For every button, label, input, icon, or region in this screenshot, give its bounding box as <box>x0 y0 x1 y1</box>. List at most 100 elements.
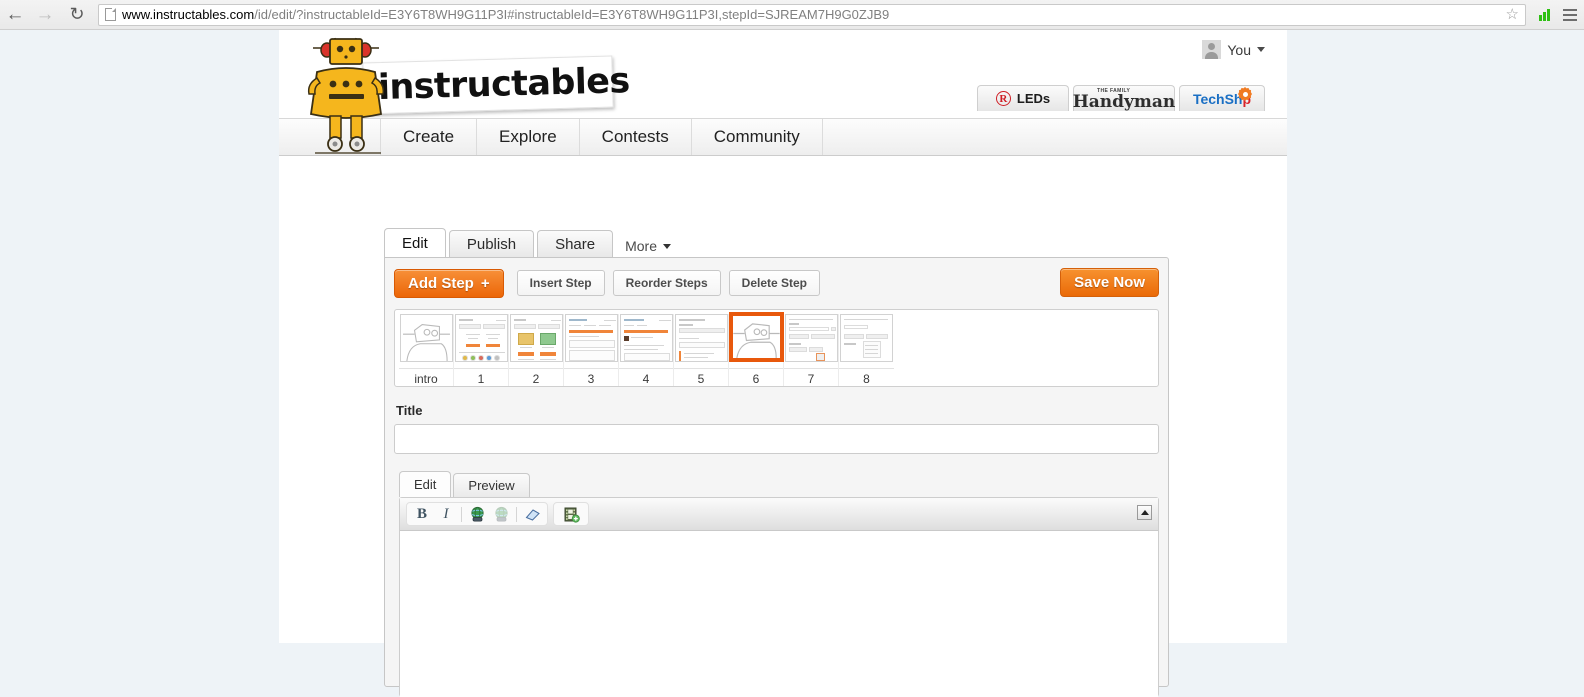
step-label: 3 <box>564 368 618 386</box>
rich-text-editor: B I <box>399 497 1159 697</box>
gear-icon <box>1238 87 1252 101</box>
step-thumbnail-1[interactable]: 1 <box>454 314 509 386</box>
address-bar[interactable]: www.instructables.com/id/edit/?instructa… <box>98 3 1526 26</box>
step-label: 1 <box>454 368 508 386</box>
step-thumb-image <box>399 314 453 362</box>
sponsor-family-handyman[interactable]: THE FAMILY Handyman <box>1073 85 1175 111</box>
body-tab-row: Edit Preview <box>399 471 1159 497</box>
step-thumbnail-intro[interactable]: intro <box>399 314 454 386</box>
step-label: intro <box>399 368 453 386</box>
step-thumb-image <box>728 312 784 362</box>
logo-text: instructables <box>377 61 631 109</box>
user-menu[interactable]: You <box>1202 40 1265 59</box>
step-thumbnail-6[interactable]: 6 <box>728 312 784 386</box>
add-step-button[interactable]: Add Step + <box>394 268 504 298</box>
step-thumb-image <box>784 314 838 362</box>
hamburger-menu-icon[interactable] <box>1556 0 1584 30</box>
tab-share[interactable]: Share <box>537 230 614 257</box>
reorder-steps-button[interactable]: Reorder Steps <box>612 270 721 296</box>
sponsor-rapid-leds[interactable]: R LEDs <box>977 85 1069 111</box>
doc-preview <box>565 315 617 361</box>
save-now-button[interactable]: Save Now <box>1060 268 1159 297</box>
step-label: 7 <box>784 368 838 386</box>
step-thumbnail-5[interactable]: 5 <box>674 314 729 386</box>
italic-icon[interactable]: I <box>434 503 458 525</box>
scroll-up-arrow-icon[interactable] <box>1137 505 1152 520</box>
plus-icon: + <box>480 274 490 292</box>
tab-body-edit[interactable]: Edit <box>399 471 452 497</box>
rapid-leds-logo: R <box>995 91 1011 106</box>
sponsor-leds-label: LEDs <box>1016 91 1051 106</box>
doc-preview <box>510 315 562 361</box>
robot-mascot-icon <box>307 37 385 154</box>
insert-media-icon[interactable] <box>559 503 583 525</box>
step-label: 5 <box>674 368 728 386</box>
nav-item-create[interactable]: Create <box>380 119 478 155</box>
instructable-editor: Edit Publish Share More Add Step + Inser… <box>279 156 1287 697</box>
nav-item-explore[interactable]: Explore <box>477 119 580 155</box>
step-thumb-image <box>509 314 563 362</box>
add-step-label: Add Step <box>408 274 474 292</box>
avatar-icon <box>1202 40 1222 59</box>
step-thumb-image <box>674 314 728 362</box>
remove-link-icon[interactable] <box>489 503 513 525</box>
main-nav: Create Explore Contests Community <box>279 118 1287 156</box>
tab-publish[interactable]: Publish <box>448 230 535 257</box>
reload-icon[interactable]: ↻ <box>62 0 92 30</box>
rte-media-group <box>553 502 589 526</box>
editor-tab-row: Edit Publish Share More <box>384 228 1287 257</box>
step-thumb-image <box>840 314 893 362</box>
forward-arrow-icon[interactable]: → <box>30 0 60 30</box>
chevron-down-icon <box>663 243 671 249</box>
step-thumbnail-4[interactable]: 4 <box>619 314 674 386</box>
step-thumbnail-8[interactable]: 8 <box>839 314 894 386</box>
title-input[interactable] <box>394 424 1159 454</box>
rte-body[interactable] <box>400 531 1158 697</box>
nav-item-community[interactable]: Community <box>692 119 823 155</box>
step-thumb-image <box>564 314 618 362</box>
title-label: Title <box>396 403 423 418</box>
more-menu[interactable]: More <box>625 238 671 257</box>
step-thumbnail-3[interactable]: 3 <box>564 314 619 386</box>
logo-wordmark: instructables <box>362 55 630 115</box>
doc-preview <box>785 315 837 361</box>
doc-preview <box>675 315 727 361</box>
doc-preview <box>620 315 672 361</box>
star-icon[interactable]: ☆ <box>1506 7 1519 22</box>
toolbar-divider <box>461 506 462 522</box>
rte-toolbar: B I <box>400 498 1158 531</box>
insert-step-button[interactable]: Insert Step <box>516 270 605 296</box>
browser-chrome: ← → ↻ www.instructables.com/id/edit/?ins… <box>0 0 1584 30</box>
nav-item-contests[interactable]: Contests <box>580 119 692 155</box>
url-text: www.instructables.com/id/edit/?instructa… <box>122 7 1502 22</box>
sponsor-techshop[interactable]: TechSh p <box>1179 85 1265 111</box>
back-arrow-icon[interactable]: ← <box>0 0 30 30</box>
doc-preview <box>455 315 507 361</box>
remove-formatting-eraser-icon[interactable] <box>520 503 544 525</box>
step-thumbnail-7[interactable]: 7 <box>784 314 839 386</box>
url-domain: www.instructables.com <box>122 7 255 22</box>
delete-step-button[interactable]: Delete Step <box>728 270 821 296</box>
step-thumbnail-2[interactable]: 2 <box>509 314 564 386</box>
site-masthead: instructables You R LEDs THE FAMILY Hand… <box>279 30 1287 118</box>
page-info-icon <box>105 8 116 21</box>
rte-format-group: B I <box>406 502 548 526</box>
steps-strip: intro 1 2 3 4 5 6 7 8 <box>394 309 1159 387</box>
tab-edit[interactable]: Edit <box>384 228 446 257</box>
step-label: 4 <box>619 368 673 386</box>
bold-icon[interactable]: B <box>410 503 434 525</box>
signal-bars-icon[interactable] <box>1534 0 1556 30</box>
sponsor-techshop-label-1: TechSh <box>1192 90 1243 107</box>
insert-link-icon[interactable] <box>465 503 489 525</box>
step-label: 2 <box>509 368 563 386</box>
user-menu-label: You <box>1227 41 1251 58</box>
chevron-down-icon <box>1257 47 1265 52</box>
sponsor-handyman-label: Handyman <box>1072 91 1176 112</box>
step-thumb-image <box>619 314 673 362</box>
url-path: /id/edit/?instructableId=E3Y6T8WH9G11P3I… <box>254 7 890 22</box>
step-action-toolbar: Add Step + Insert Step Reorder Steps Del… <box>394 268 1159 298</box>
toolbar-divider <box>516 506 517 522</box>
editor-panel: Add Step + Insert Step Reorder Steps Del… <box>384 257 1169 697</box>
tab-body-preview[interactable]: Preview <box>453 473 530 497</box>
step-label: 8 <box>839 368 894 386</box>
